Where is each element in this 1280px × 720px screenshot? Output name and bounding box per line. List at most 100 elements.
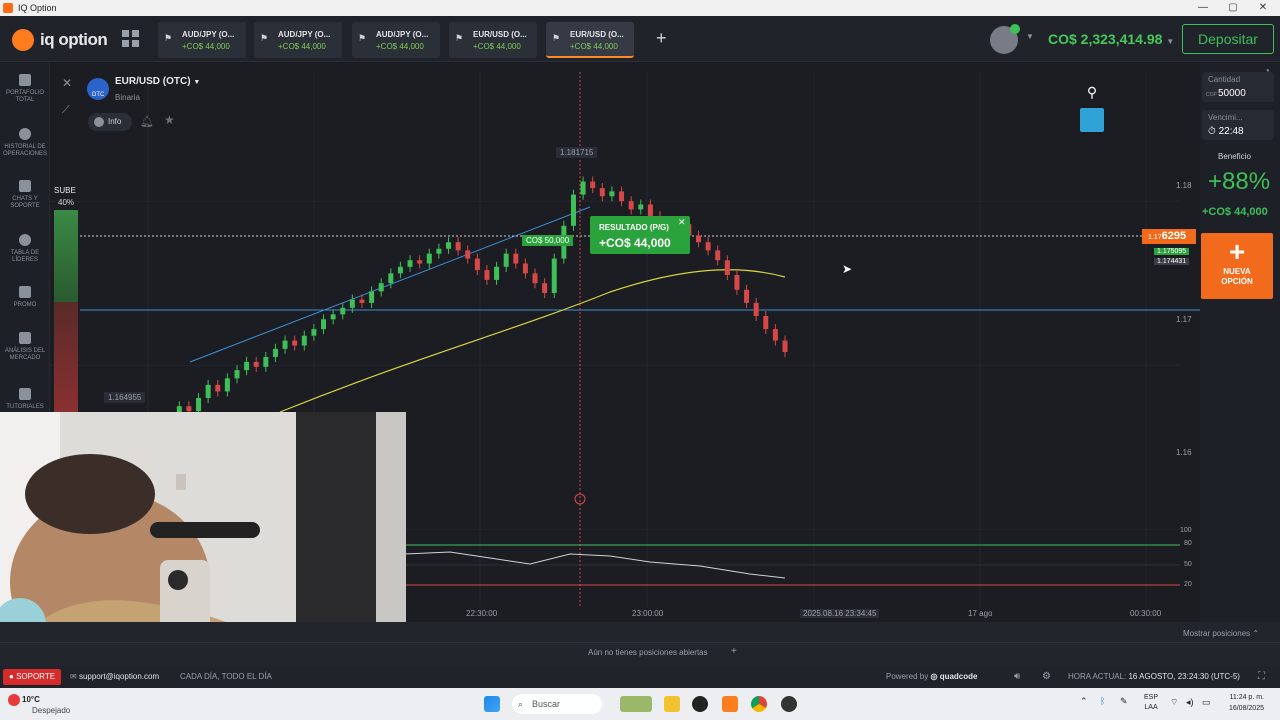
chrome-icon[interactable] [751, 696, 767, 712]
asset-tab[interactable]: ⚑ AUD/JPY (O... +CO$ 44,000 [158, 22, 246, 58]
close-window-icon[interactable]: ✕ [1248, 0, 1278, 16]
fullscreen-icon[interactable]: ⛶ [1258, 666, 1265, 688]
wifi-icon[interactable]: ⌔ [1170, 697, 1178, 708]
bell-icon[interactable]: 🔔︎ [140, 115, 154, 128]
windows-start-icon[interactable] [484, 696, 500, 712]
support-email[interactable]: ✉ support@iqoption.com [70, 666, 159, 688]
asset-tab-active[interactable]: ⚑ EUR/USD (O... +CO$ 44,000 [546, 22, 634, 58]
asset-flag-icon: OTC [87, 78, 109, 100]
x-tick: 22:30:00 [466, 609, 498, 618]
language-indicator[interactable]: ESP LAA [1144, 693, 1158, 713]
nav-chats[interactable]: CHATS Y SOPORTE [0, 180, 50, 210]
asset-tab[interactable]: ⚑ AUD/JPY (O... +CO$ 44,000 [254, 22, 342, 58]
window-title: IQ Option [18, 3, 57, 13]
volume-tray-icon[interactable]: ◂) [1186, 697, 1194, 708]
folder-icon[interactable] [664, 696, 680, 712]
star-icon[interactable]: ★ [164, 113, 175, 127]
system-clock[interactable]: 11:24 p. m. 16/08/2025 [1208, 692, 1264, 714]
candle [186, 406, 192, 412]
candle [330, 314, 336, 320]
account-balance[interactable]: CO$ 2,323,414.98 ▼ [1048, 31, 1174, 47]
tray-expand-icon[interactable]: ⌃ [1080, 696, 1088, 707]
candle [263, 357, 269, 367]
chart-type-icon[interactable] [1080, 108, 1104, 132]
x-tick: 23:00:00 [632, 609, 664, 618]
candle [763, 316, 769, 330]
nav-leaderboard[interactable]: TABLA DE LÍDERES [0, 234, 50, 264]
plus-icon: + [1228, 236, 1246, 267]
recorder-icon[interactable] [781, 696, 797, 712]
webcam-overlay [0, 412, 406, 640]
candle [369, 291, 375, 303]
pen-icon[interactable]: ✎ [1120, 696, 1128, 707]
info-button[interactable]: Info [88, 113, 132, 131]
draw-tool-icon[interactable]: ⟋ [62, 104, 70, 117]
add-position-icon[interactable]: + [731, 646, 737, 657]
webcam-image [0, 412, 406, 640]
candle [695, 235, 701, 243]
candle [628, 201, 634, 210]
candle [772, 329, 778, 341]
nav-portfolio[interactable]: PORTAFOLIO TOTAL [0, 74, 50, 104]
candle [715, 250, 721, 261]
leaderboard-icon [19, 234, 31, 246]
candle [705, 242, 711, 251]
close-chart-icon[interactable]: ✕ [62, 76, 72, 90]
avatar[interactable] [990, 24, 1020, 54]
candle [417, 260, 423, 264]
candle [619, 191, 625, 202]
candle [446, 242, 451, 249]
amount-field[interactable]: Cantidad COP 50000 [1202, 72, 1274, 102]
nav-market-analysis[interactable]: ANÁLISIS DEL MERCADO [0, 332, 50, 362]
nav-history[interactable]: HISTORIAL DE OPERACIONES [0, 128, 50, 158]
flag-icon: ⚑ [358, 33, 367, 43]
os-taskbar: 10°C Despejado ⌕ Buscar ⌃ ᛒ ✎ ESP LAA ⌔ ◂)… [0, 688, 1280, 720]
chevron-down-icon[interactable]: ▼ [1026, 32, 1034, 41]
weather-widget[interactable]: 10°C Despejado [8, 692, 70, 716]
candle [397, 266, 403, 274]
deposit-button[interactable]: Depositar [1182, 24, 1274, 54]
add-tab-icon[interactable]: + [656, 28, 667, 49]
candle [638, 204, 644, 210]
lock-icon[interactable]: ● [1266, 68, 1274, 74]
asset-tab[interactable]: ⚑ AUD/JPY (O... +CO$ 44,000 [352, 22, 440, 58]
profit-label: Beneficio [1218, 152, 1251, 161]
flag-icon: ⚑ [260, 33, 269, 43]
expiry-field[interactable]: Vencimi... ⏱ 22:48 [1202, 110, 1274, 140]
bluetooth-icon[interactable]: ᛒ [1100, 696, 1105, 706]
nav-tutorials[interactable]: TUTORIALES [0, 388, 50, 411]
x-tick: 00:30:00 [1130, 609, 1162, 618]
osc-tick: 100 [1180, 527, 1192, 534]
candle [407, 260, 413, 267]
new-option-button[interactable]: + NUEVA OPCIÓN [1201, 233, 1273, 299]
widget-icon[interactable] [620, 696, 652, 712]
settings-icon[interactable]: ⚙ [1042, 666, 1051, 688]
volume-icon[interactable]: 🔊︎ [1014, 666, 1020, 688]
candle [436, 248, 442, 254]
show-positions-button[interactable]: Mostrar posiciones ⌃ [1183, 629, 1259, 638]
graduation-icon [19, 388, 31, 400]
nav-promo[interactable]: PROMO [0, 286, 50, 309]
app-icon[interactable] [692, 696, 708, 712]
maximize-icon[interactable]: ▢ [1218, 0, 1248, 16]
asset-tab[interactable]: ⚑ EUR/USD (O... +CO$ 44,000 [449, 22, 537, 58]
support-button[interactable]: ● SOPORTE [3, 669, 62, 685]
no-positions-text: Aún no tienes posiciones abiertas [588, 648, 708, 657]
candle [494, 266, 500, 280]
location-pin-icon[interactable]: ⚲ [1082, 84, 1102, 104]
candle [734, 275, 740, 290]
grid-menu-icon[interactable] [122, 30, 140, 48]
minimize-icon[interactable]: — [1188, 0, 1218, 16]
candle [244, 361, 250, 371]
trend-line [189, 206, 591, 363]
invest-tag: CO$ 50,000 [522, 235, 574, 246]
candle [349, 299, 355, 308]
price-b-label: 1.174431 [1154, 258, 1190, 265]
logo-icon [12, 29, 34, 51]
candle [378, 283, 384, 292]
close-result-icon[interactable]: ✕ [678, 217, 686, 228]
candle [590, 181, 596, 189]
asset-selector[interactable]: EUR/USD (OTC) ▼ [115, 76, 200, 87]
iqoption-taskbar-icon[interactable] [722, 696, 738, 712]
taskbar-search[interactable]: ⌕ Buscar [512, 694, 602, 714]
